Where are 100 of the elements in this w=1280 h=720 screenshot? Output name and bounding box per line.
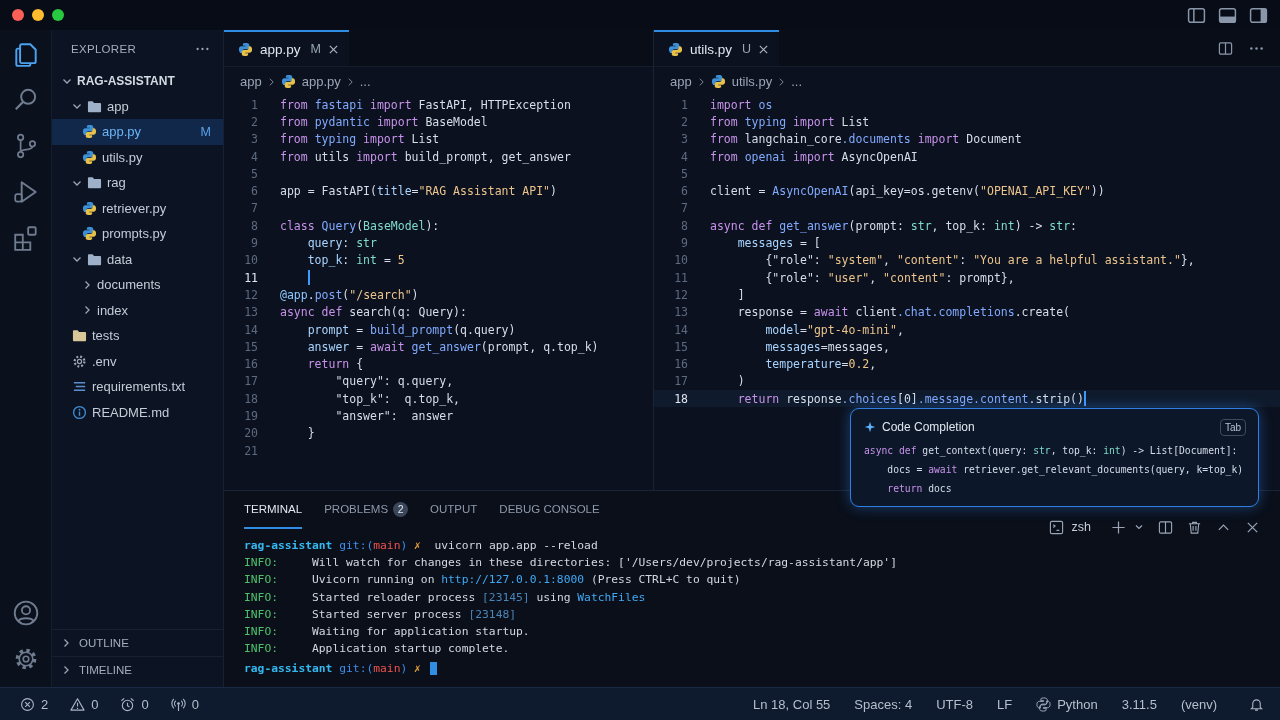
breadcrumb[interactable]: app bbox=[240, 74, 262, 89]
account-icon[interactable] bbox=[11, 599, 40, 627]
status-count: 0 bbox=[191, 696, 199, 712]
tree-item[interactable]: documents bbox=[52, 272, 223, 298]
tree-item[interactable]: app.py M bbox=[52, 119, 223, 145]
bell-icon[interactable] bbox=[1249, 696, 1264, 712]
clock-icon bbox=[120, 696, 136, 712]
status-item[interactable]: UTF-8 bbox=[936, 696, 974, 712]
line-number: 5 bbox=[680, 166, 689, 181]
code-line: from typing import List bbox=[710, 114, 870, 129]
python-file-icon bbox=[238, 41, 253, 57]
split-terminal-icon[interactable] bbox=[1158, 519, 1173, 535]
panel-tab[interactable]: PROBLEMS 2 bbox=[324, 491, 409, 529]
line-number: 4 bbox=[680, 149, 689, 164]
tree-item[interactable]: tests bbox=[52, 323, 223, 349]
code-line: } bbox=[306, 426, 315, 441]
tree-item[interactable]: app bbox=[52, 93, 223, 119]
section-header[interactable]: TIMELINE bbox=[52, 656, 223, 683]
chevron-icon[interactable] bbox=[61, 638, 71, 648]
close-icon[interactable] bbox=[758, 43, 770, 55]
editor-tab[interactable]: app.py M bbox=[224, 30, 349, 66]
panel-tab[interactable]: OUTPUT bbox=[430, 491, 478, 529]
line-number: 11 bbox=[243, 270, 259, 285]
terminal-icon[interactable] bbox=[1048, 519, 1064, 535]
status-item[interactable]: Spaces: 4 bbox=[854, 696, 913, 712]
line-number: 8 bbox=[680, 218, 689, 233]
breadcrumb[interactable]: ... bbox=[359, 74, 371, 89]
chevron-icon[interactable] bbox=[82, 305, 92, 316]
tree-item[interactable]: data bbox=[52, 246, 223, 272]
gear-icon bbox=[72, 353, 87, 369]
close-icon[interactable] bbox=[327, 43, 339, 55]
status-item[interactable]: (venv) bbox=[1180, 696, 1217, 712]
chevron-icon[interactable] bbox=[61, 665, 71, 675]
status-item[interactable]: 0 bbox=[120, 696, 149, 712]
plus-icon[interactable] bbox=[1111, 519, 1126, 535]
code-line: docs = await retriever.get_relevant_documents(query, k=top_k) bbox=[886, 464, 1244, 475]
terminal-line: INFO: Will watch for changes in these directories: ['/Users/dev/projects/rag-assistant/app'] bbox=[244, 556, 897, 570]
more-icon[interactable] bbox=[196, 47, 209, 51]
line-number: 9 bbox=[250, 236, 259, 250]
minimize-window-button[interactable] bbox=[32, 9, 44, 21]
code-line: messages = [ bbox=[736, 236, 821, 250]
section-title: TIMELINE bbox=[79, 664, 133, 676]
tree-item-label: data bbox=[107, 251, 133, 267]
breadcrumb[interactable]: ... bbox=[791, 74, 802, 89]
section-header[interactable]: OUTLINE bbox=[52, 629, 223, 656]
toggle-secondary-sidebar-icon[interactable] bbox=[1249, 5, 1268, 25]
split-editor-icon[interactable] bbox=[1218, 40, 1233, 56]
panel-tab[interactable]: TERMINAL bbox=[244, 491, 303, 529]
line-number: 20 bbox=[243, 426, 259, 441]
code-line: return response.choices[0].message.content.strip() bbox=[736, 391, 1084, 406]
breadcrumb[interactable]: utils.py bbox=[731, 74, 773, 89]
chevron-icon bbox=[267, 76, 275, 87]
panel-tab[interactable]: DEBUG CONSOLE bbox=[499, 491, 600, 529]
status-item[interactable]: Ln 18, Col 55 bbox=[753, 696, 831, 712]
python-file-icon bbox=[280, 74, 296, 89]
info-icon bbox=[72, 404, 87, 420]
tree-item[interactable]: retriever.py bbox=[52, 195, 223, 221]
line-number: 1 bbox=[680, 97, 689, 112]
count-badge: 2 bbox=[393, 501, 409, 517]
editor-tab[interactable]: utils.py U bbox=[654, 30, 780, 66]
tree-item-label: .env bbox=[92, 353, 117, 369]
status-item[interactable]: 0 bbox=[170, 696, 199, 712]
line-number: 16 bbox=[673, 357, 689, 372]
trash-icon[interactable] bbox=[1187, 519, 1202, 535]
tree-item-label: documents bbox=[97, 277, 161, 293]
status-item[interactable]: LF bbox=[997, 696, 1013, 712]
extensions-icon[interactable] bbox=[11, 224, 40, 252]
code-line: from langchain_core.documents import Document bbox=[710, 132, 1022, 147]
tree-item[interactable]: index bbox=[52, 297, 223, 323]
toggle-sidebar-icon[interactable] bbox=[1187, 5, 1206, 25]
tree-item[interactable]: utils.py bbox=[52, 144, 223, 170]
tree-item[interactable]: prompts.py bbox=[52, 221, 223, 247]
tree-item[interactable]: rag bbox=[52, 170, 223, 196]
code-line: return docs bbox=[886, 483, 952, 494]
status-item[interactable]: 3.11.5 bbox=[1121, 696, 1157, 712]
code-line: async def search(q: Query): bbox=[280, 305, 467, 320]
chevron-icon[interactable] bbox=[82, 279, 92, 290]
breadcrumb[interactable]: app bbox=[670, 74, 692, 89]
tree-item[interactable]: README.md bbox=[52, 399, 223, 425]
line-number: 7 bbox=[250, 201, 259, 216]
code-line: response = await client.chat.completions.create( bbox=[736, 305, 1071, 320]
completion-popup[interactable]: Code Completion Tab async def get_context(query: str, top_k: int) -> List[Document]: docs = await retriever.get_relevant_documents(query, k=top_k) return docs bbox=[850, 408, 1259, 507]
breadcrumb[interactable]: app.py bbox=[301, 74, 341, 89]
status-item[interactable]: 0 bbox=[70, 696, 99, 712]
tree-item[interactable]: requirements.txt bbox=[52, 374, 223, 400]
folder-icon bbox=[87, 175, 102, 191]
line-number: 3 bbox=[680, 132, 689, 147]
tree-item[interactable]: RAG-ASSISTANT bbox=[52, 68, 223, 94]
chevron-down-icon[interactable] bbox=[1134, 522, 1144, 532]
terminal-line: rag-assistant git:(main) ✗ bbox=[244, 662, 421, 676]
tree-item-label: rag bbox=[107, 175, 126, 191]
language-mode[interactable]: Python bbox=[1036, 696, 1098, 712]
maximize-window-button[interactable] bbox=[52, 9, 64, 21]
tree-item[interactable]: .env bbox=[52, 348, 223, 374]
status-count: 0 bbox=[91, 696, 99, 712]
close-window-button[interactable] bbox=[12, 9, 24, 21]
line-number: 10 bbox=[243, 253, 259, 268]
line-number: 8 bbox=[250, 218, 259, 233]
status-item[interactable]: 2 bbox=[20, 696, 49, 712]
toggle-panel-icon[interactable] bbox=[1218, 5, 1237, 25]
